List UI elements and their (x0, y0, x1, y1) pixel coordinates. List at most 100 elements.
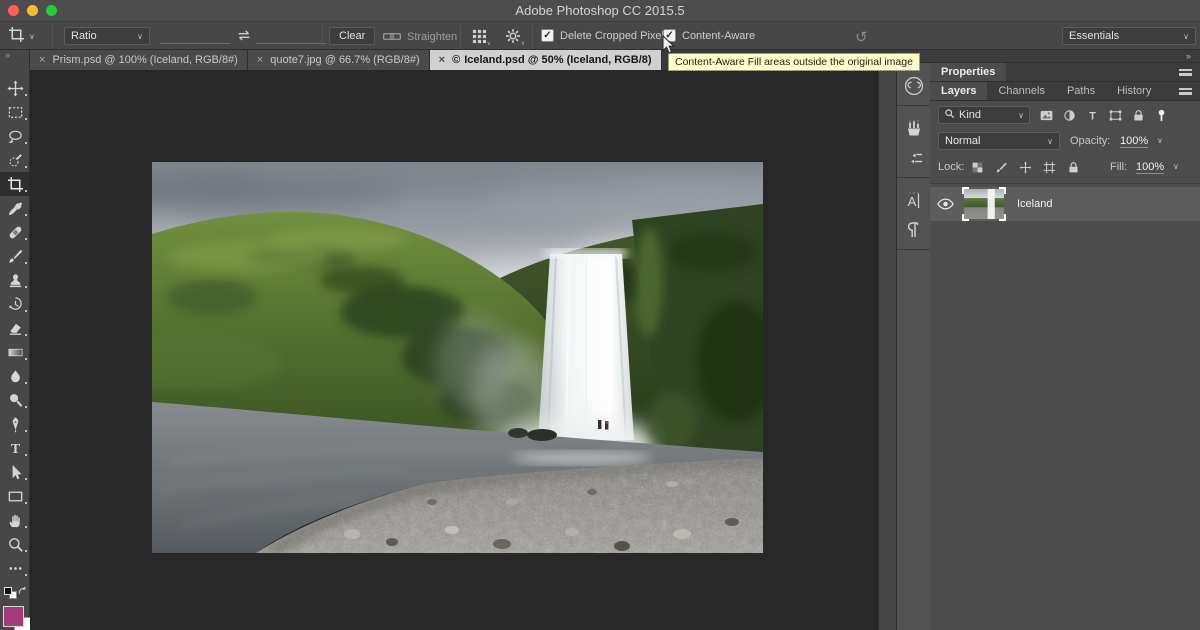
delete-cropped-pixels-label: Delete Cropped Pixels (560, 30, 669, 42)
layer-visibility-eye-icon[interactable] (930, 198, 960, 210)
tool-marquee[interactable] (0, 100, 30, 124)
swap-colors-icon[interactable] (17, 584, 28, 602)
tab-paths[interactable]: Paths (1056, 82, 1106, 100)
tool-blur[interactable] (0, 364, 30, 388)
tool-pen[interactable] (0, 412, 30, 436)
lock-position-icon[interactable] (1018, 159, 1033, 175)
collapsed-panels-strip: A (897, 63, 930, 630)
smart-objects-icon[interactable] (1128, 106, 1148, 124)
tab-close-icon[interactable]: × (439, 54, 445, 66)
toolbar-expand-icon[interactable]: » (0, 50, 29, 64)
tool-rectangle[interactable] (0, 484, 30, 508)
default-colors-icon[interactable] (4, 587, 12, 595)
pixel-layers-icon[interactable] (1036, 106, 1056, 124)
tool-lasso[interactable] (0, 124, 30, 148)
crop-tool-preset[interactable]: ∨ (8, 26, 35, 46)
tab-channels[interactable]: Channels (987, 82, 1055, 100)
tab-close-icon[interactable]: × (257, 54, 263, 66)
lock-all-icon[interactable] (1066, 159, 1081, 175)
document-tab[interactable]: × Prism.psd @ 100% (Iceland, RGB/8#) (30, 50, 248, 70)
ratio-height-input[interactable] (256, 30, 326, 44)
fill-value[interactable]: 100% (1136, 161, 1164, 174)
adjustment-layers-icon[interactable] (1059, 106, 1079, 124)
document-tab[interactable]: ×©Iceland.psd @ 50% (Iceland, RGB/8) (430, 50, 662, 70)
opacity-label: Opacity: (1070, 135, 1110, 147)
tool-dodge[interactable] (0, 388, 30, 412)
delete-cropped-pixels-checkbox[interactable]: ✓ Delete Cropped Pixels (541, 29, 669, 42)
layer-row-iceland[interactable]: Iceland (930, 187, 1200, 221)
chevron-down-icon: ∨ (1175, 32, 1189, 41)
tool-crop[interactable] (0, 172, 30, 196)
straighten-icon[interactable] (382, 27, 402, 45)
tab-title: Iceland.psd @ 50% (Iceland, RGB/8) (464, 54, 651, 66)
filter-toggle-icon[interactable] (1151, 106, 1171, 124)
tab-history[interactable]: History (1106, 82, 1162, 100)
tool-spot-healing[interactable] (0, 220, 30, 244)
waterfall-image (152, 162, 763, 553)
tab-layers[interactable]: Layers (930, 82, 987, 100)
straighten-label: Straighten (407, 31, 457, 43)
chevron-down-icon[interactable]: ∨ (1173, 162, 1179, 171)
tool-path-selection[interactable] (0, 460, 30, 484)
kind-value: Kind (959, 109, 981, 121)
blend-mode-select[interactable]: Normal ∨ (938, 132, 1060, 150)
dock-gutter (878, 63, 897, 630)
character-icon[interactable]: A (897, 186, 930, 215)
tool-zoom[interactable] (0, 532, 30, 556)
type-layers-icon[interactable]: T (1082, 106, 1102, 124)
panel-menu-icon[interactable] (1179, 88, 1192, 95)
workspace-value: Essentials (1069, 30, 1119, 42)
straighten-button[interactable]: Straighten (407, 31, 457, 43)
tool-clone-stamp[interactable] (0, 268, 30, 292)
creative-cloud-icon[interactable] (897, 71, 930, 100)
tool-brush[interactable] (0, 244, 30, 268)
foreground-color-swatch[interactable] (3, 606, 24, 627)
swap-ratio-values-icon[interactable] (235, 29, 253, 45)
brush-presets-icon[interactable] (897, 114, 930, 143)
crop-icon (8, 26, 25, 46)
lock-artboard-icon[interactable] (1042, 159, 1057, 175)
tab-title: Prism.psd @ 100% (Iceland, RGB/8#) (52, 54, 237, 66)
tool-type[interactable]: T (0, 436, 30, 460)
title-bar: Adobe Photoshop CC 2015.5 (0, 0, 1200, 22)
tool-quick-selection[interactable] (0, 148, 30, 172)
chevron-down-icon: ∨ (129, 32, 143, 41)
chevron-down-icon: ∨ (29, 32, 35, 41)
tool-gradient[interactable] (0, 340, 30, 364)
lock-pixels-icon[interactable] (994, 159, 1009, 175)
layer-name[interactable]: Iceland (1017, 198, 1052, 210)
tool-history-brush[interactable] (0, 292, 30, 316)
crop-settings-gear-icon[interactable]: ∨ (503, 27, 523, 45)
reset-crop-icon[interactable]: ↺ (855, 28, 868, 46)
tool-edit-toolbar[interactable] (0, 556, 30, 580)
tool-hand[interactable] (0, 508, 30, 532)
brush-settings-icon[interactable] (897, 143, 930, 172)
workspace-selector[interactable]: Essentials ∨ (1062, 27, 1196, 45)
fill-label: Fill: (1110, 161, 1127, 173)
expand-panels-icon[interactable]: » (1186, 51, 1191, 61)
layer-filter-kind-select[interactable]: Kind ∨ (938, 106, 1030, 124)
crop-overlay-options-icon[interactable]: ∨ (469, 27, 489, 45)
window-title: Adobe Photoshop CC 2015.5 (0, 0, 1200, 22)
tool-eraser[interactable] (0, 316, 30, 340)
shape-layers-icon[interactable] (1105, 106, 1125, 124)
content-aware-checkbox[interactable]: ✓ Content-Aware (663, 29, 755, 42)
paragraph-icon[interactable] (897, 215, 930, 244)
canvas-area (30, 70, 878, 630)
search-icon (944, 108, 955, 122)
tab-close-icon[interactable]: × (39, 54, 45, 66)
document-tab[interactable]: ×quote7.jpg @ 66.7% (RGB/8#) (248, 50, 430, 70)
canvas-document[interactable] (152, 162, 763, 553)
ratio-width-input[interactable] (160, 30, 230, 44)
tool-move[interactable] (0, 76, 30, 100)
chevron-down-icon[interactable]: ∨ (1157, 136, 1163, 145)
tab-properties[interactable]: Properties (930, 63, 1006, 81)
clear-button[interactable]: Clear (329, 27, 375, 45)
tool-eyedropper[interactable] (0, 196, 30, 220)
layer-thumbnail[interactable] (964, 189, 1004, 219)
lock-transparency-icon[interactable] (970, 159, 985, 175)
chevron-down-icon: ∨ (1047, 137, 1053, 146)
opacity-value[interactable]: 100% (1120, 135, 1148, 148)
panel-menu-icon[interactable] (1179, 69, 1192, 76)
aspect-ratio-select[interactable]: Ratio ∨ (64, 27, 150, 45)
